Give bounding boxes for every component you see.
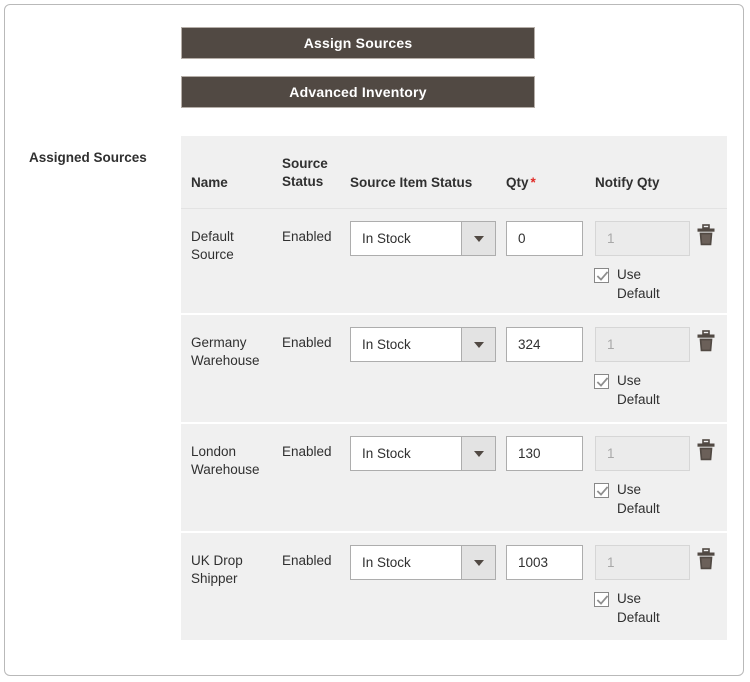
source-status-value: Enabled bbox=[282, 553, 332, 568]
source-item-status-select[interactable]: In Stock bbox=[350, 436, 496, 471]
use-default-label: Use Default bbox=[617, 373, 660, 407]
column-header-qty-text: Qty bbox=[506, 175, 529, 190]
use-default-label: Use Default bbox=[617, 267, 660, 301]
notify-qty-input[interactable] bbox=[595, 327, 690, 362]
use-default-label: Use Default bbox=[617, 591, 660, 625]
checkbox-box[interactable] bbox=[594, 374, 609, 389]
source-name: London Warehouse bbox=[191, 444, 260, 478]
source-item-status-value: In Stock bbox=[362, 446, 411, 461]
source-item-status-value: In Stock bbox=[362, 555, 411, 570]
notify-qty-input[interactable] bbox=[595, 545, 690, 580]
column-header-notify-qty: Notify Qty bbox=[595, 175, 660, 190]
column-header-name: Name bbox=[191, 175, 228, 190]
source-item-status-value: In Stock bbox=[362, 231, 411, 246]
trash-icon bbox=[697, 329, 715, 351]
advanced-inventory-button[interactable]: Advanced Inventory bbox=[181, 76, 535, 108]
table-row: Germany Warehouse Enabled In Stock Use D… bbox=[181, 313, 727, 422]
table-row: London Warehouse Enabled In Stock Use De… bbox=[181, 422, 727, 531]
table-row: Default Source Enabled In Stock Use Defa… bbox=[181, 208, 727, 313]
assign-sources-button[interactable]: Assign Sources bbox=[181, 27, 535, 59]
source-status-value: Enabled bbox=[282, 229, 332, 244]
checkmark-icon bbox=[596, 595, 609, 605]
source-item-status-select[interactable]: In Stock bbox=[350, 327, 496, 362]
source-status-value: Enabled bbox=[282, 444, 332, 459]
checkmark-icon bbox=[596, 377, 609, 387]
use-default-checkbox[interactable]: Use Default bbox=[594, 590, 673, 628]
delete-source-button[interactable] bbox=[694, 546, 718, 572]
checkmark-icon bbox=[596, 486, 609, 496]
delete-source-button[interactable] bbox=[694, 328, 718, 354]
checkbox-box[interactable] bbox=[594, 483, 609, 498]
table-row: UK Drop Shipper Enabled In Stock Use Def… bbox=[181, 531, 727, 640]
delete-source-button[interactable] bbox=[694, 437, 718, 463]
qty-input[interactable] bbox=[506, 327, 583, 362]
source-item-status-value: In Stock bbox=[362, 337, 411, 352]
table-body: Default Source Enabled In Stock Use Defa… bbox=[181, 208, 727, 640]
notify-qty-input[interactable] bbox=[595, 436, 690, 471]
use-default-checkbox[interactable]: Use Default bbox=[594, 266, 673, 304]
chevron-down-icon[interactable] bbox=[461, 222, 495, 255]
chevron-down-icon[interactable] bbox=[461, 437, 495, 470]
assigned-sources-label: Assigned Sources bbox=[29, 150, 147, 165]
table-header-row: Name Source Status Source Item Status Qt… bbox=[181, 136, 727, 208]
use-default-label: Use Default bbox=[617, 482, 660, 516]
source-name: UK Drop Shipper bbox=[191, 553, 243, 587]
qty-input[interactable] bbox=[506, 436, 583, 471]
checkmark-icon bbox=[596, 271, 609, 281]
source-status-value: Enabled bbox=[282, 335, 332, 350]
use-default-checkbox[interactable]: Use Default bbox=[594, 372, 673, 410]
column-header-source-status: Source Status bbox=[282, 156, 328, 190]
column-header-source-item-status: Source Item Status bbox=[350, 175, 473, 190]
source-item-status-select[interactable]: In Stock bbox=[350, 545, 496, 580]
checkbox-box[interactable] bbox=[594, 592, 609, 607]
notify-qty-input[interactable] bbox=[595, 221, 690, 256]
qty-input[interactable] bbox=[506, 221, 583, 256]
source-name: Germany Warehouse bbox=[191, 335, 260, 369]
source-item-status-select[interactable]: In Stock bbox=[350, 221, 496, 256]
qty-input[interactable] bbox=[506, 545, 583, 580]
assigned-sources-table: Name Source Status Source Item Status Qt… bbox=[181, 136, 727, 640]
trash-icon bbox=[697, 547, 715, 569]
required-asterisk: * bbox=[530, 175, 536, 190]
chevron-down-icon[interactable] bbox=[461, 546, 495, 579]
trash-icon bbox=[697, 438, 715, 460]
trash-icon bbox=[697, 223, 715, 245]
column-header-qty: Qty * bbox=[506, 174, 536, 192]
checkbox-box[interactable] bbox=[594, 268, 609, 283]
source-name: Default Source bbox=[191, 229, 234, 263]
page-frame: Assign Sources Advanced Inventory Assign… bbox=[4, 4, 744, 676]
use-default-checkbox[interactable]: Use Default bbox=[594, 481, 673, 519]
delete-source-button[interactable] bbox=[694, 222, 718, 248]
chevron-down-icon[interactable] bbox=[461, 328, 495, 361]
